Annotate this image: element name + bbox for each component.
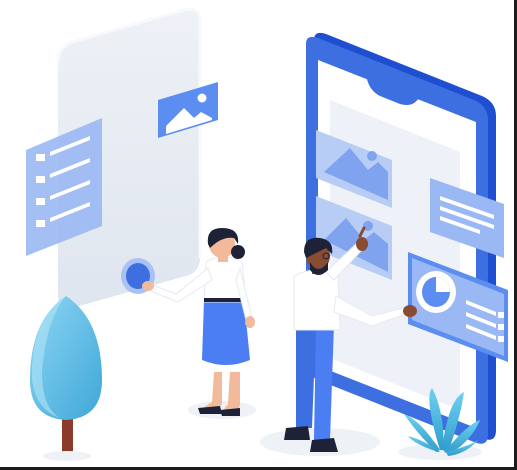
illustration-frame xyxy=(0,0,517,470)
tree-decoration xyxy=(30,296,102,461)
toggle-icon xyxy=(416,271,456,313)
image-icon xyxy=(367,151,377,161)
app-design-illustration xyxy=(26,7,508,461)
